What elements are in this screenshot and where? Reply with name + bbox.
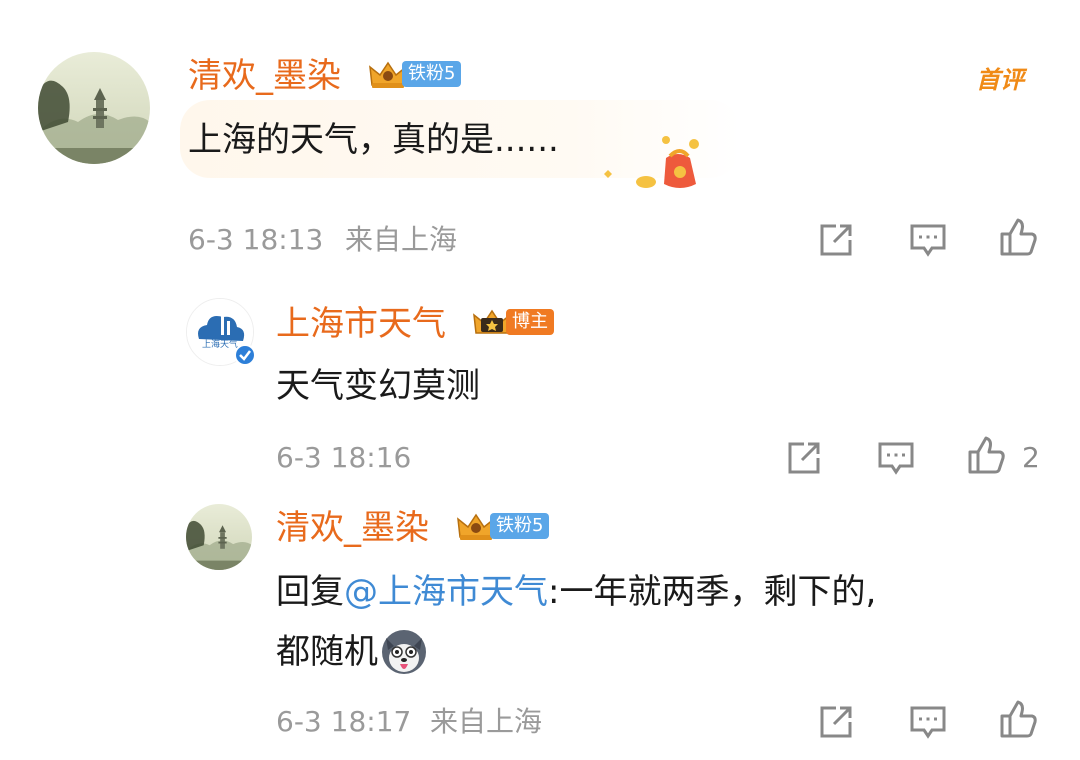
comment-button[interactable] [908, 702, 948, 742]
username[interactable]: 清欢_墨染 [188, 56, 341, 96]
avatar-label: 上海天气 [202, 338, 238, 350]
like-icon [1000, 218, 1037, 256]
avatar[interactable] [186, 504, 252, 570]
badge-label: 铁粉5 [402, 61, 462, 87]
like-button[interactable] [998, 218, 1038, 258]
avatar[interactable] [38, 52, 150, 164]
reply-body-2: 都随机 [276, 632, 378, 672]
share-icon [820, 706, 852, 738]
reply-location: 来自上海 [430, 705, 543, 738]
like-button[interactable] [966, 436, 1006, 476]
username[interactable]: 清欢_墨染 [276, 508, 429, 548]
mention-link[interactable]: @上海市天气 [344, 572, 548, 612]
husky-emoji [382, 630, 426, 674]
badge-label: 铁粉5 [490, 513, 550, 539]
share-button[interactable] [816, 220, 856, 260]
reply-text: 天气变幻莫测 [276, 366, 480, 406]
fan-badge[interactable]: 铁粉5 [456, 512, 550, 540]
comment-button[interactable] [876, 438, 916, 478]
reply-prefix: 回复 [276, 572, 344, 612]
reply-time: 6-3 18:16 [276, 441, 412, 474]
share-button[interactable] [816, 702, 856, 742]
comment-icon [910, 706, 946, 739]
share-button[interactable] [784, 438, 824, 478]
comment-icon [878, 442, 914, 475]
username[interactable]: 上海市天气 [276, 304, 446, 344]
comment-icon [910, 224, 946, 257]
lucky-bag-sticker [604, 136, 699, 188]
badge-label: 博主 [506, 309, 554, 335]
reply-text: 回复@上海市天气:一年就两季，剩下的, [276, 570, 876, 614]
verified-icon [234, 344, 256, 366]
share-icon [820, 224, 852, 256]
reply-time: 6-3 18:17 [276, 705, 412, 738]
reply-text-line2: 都随机 [276, 628, 428, 676]
fan-badge[interactable]: 铁粉5 [368, 60, 462, 88]
share-icon [788, 442, 820, 474]
like-button[interactable] [998, 700, 1038, 740]
like-icon [968, 436, 1005, 474]
comment-location: 来自上海 [345, 223, 458, 256]
pagoda-scene-image [186, 504, 252, 570]
first-comment-tag: 首评 [976, 66, 1024, 94]
comment-time: 6-3 18:13 [188, 223, 324, 256]
comment-button[interactable] [908, 220, 948, 260]
like-count: 2 [1022, 441, 1040, 474]
host-badge[interactable]: 博主 [472, 308, 554, 336]
reply-body: :一年就两季，剩下的, [548, 572, 877, 612]
comment-text: 上海的天气，真的是...... [188, 120, 559, 160]
like-icon [1000, 700, 1037, 738]
pagoda-scene-image [38, 52, 150, 164]
